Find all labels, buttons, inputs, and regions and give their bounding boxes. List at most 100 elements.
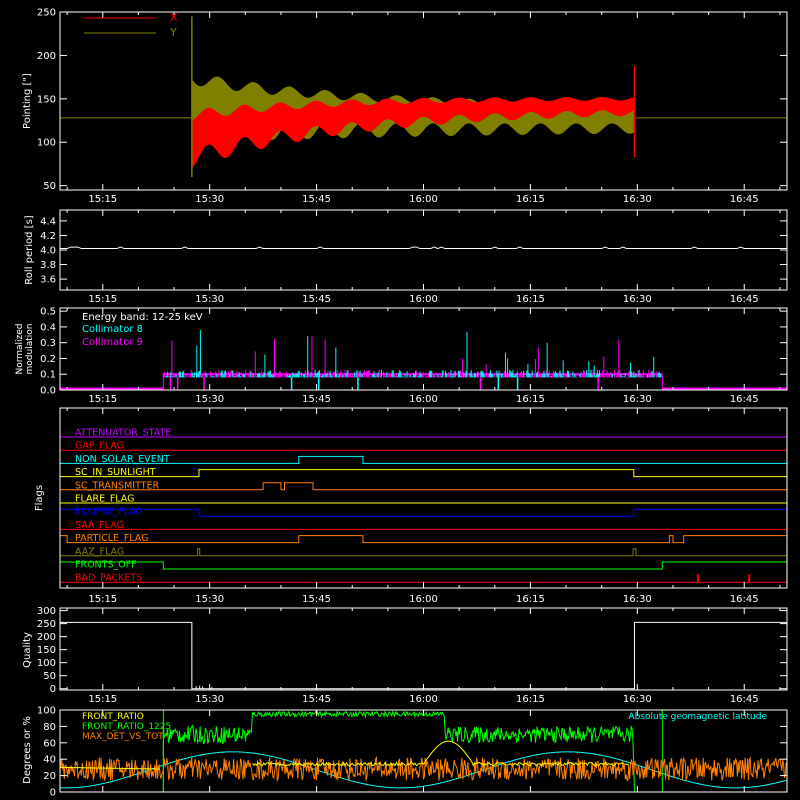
xtick-label: 15:45 [302, 594, 331, 605]
xtick-label: 16:30 [623, 594, 652, 605]
ytick-label: 150 [37, 645, 56, 656]
roll-yticks: 3.6 3.8 4.0 4.2 4.4 [40, 216, 787, 286]
max-det-vs-tot-line [59, 756, 787, 782]
ytick-label: 0.3 [40, 338, 56, 349]
xtick-label: 15:30 [195, 194, 224, 205]
flag-label: ECLIPSE_FLAG [75, 507, 143, 518]
xtick-label: 16:15 [516, 394, 545, 405]
xtick-label: 16:00 [409, 194, 438, 205]
quality-axes-frame [59, 607, 788, 691]
ratios-ylabel: Degrees or % [22, 716, 33, 784]
ytick-label: 0.1 [40, 370, 56, 381]
ytick-label: 50 [43, 181, 56, 192]
xtick-label: 15:15 [88, 194, 117, 205]
ytick-label: 250 [37, 8, 56, 19]
modulation-legend-title: Energy band: 12-25 keV [82, 312, 203, 323]
legend-y-label: Y [169, 26, 177, 39]
flag-line [60, 548, 787, 557]
roll-panel: 3.6 3.8 4.0 4.2 4.4 15:15 15:30 15:45 16:00 16:1… [24, 209, 788, 305]
ytick-label: 80 [43, 722, 56, 733]
xtick-label: 16:45 [730, 394, 759, 405]
ytick-label: 4.2 [40, 231, 56, 242]
ytick-label: 40 [43, 755, 56, 766]
xtick-label: 15:45 [302, 194, 331, 205]
modulation-legend-c8: Collimator 8 [82, 324, 143, 335]
ytick-label: 60 [43, 738, 56, 749]
roll-period-line [60, 246, 787, 250]
xtick-label: 16:30 [623, 694, 652, 705]
flag-label: FRONTS_OFF [75, 560, 137, 571]
pointing-yticks: 50 100 150 200 250 [37, 8, 787, 192]
flags-xticks: 15:15 15:30 15:45 16:00 16:15 16:30 16:45 [66, 408, 781, 605]
pointing-data [60, 16, 787, 177]
xtick-label: 16:45 [730, 194, 759, 205]
flags-panel: ATTENUATOR_STATEGAP_FLAGNON_SOLAR_EVENTS… [34, 407, 788, 605]
xtick-label: 16:30 [623, 294, 652, 305]
flag-line [60, 469, 787, 478]
ytick-label: 0.5 [40, 307, 56, 318]
ytick-label: 0 [50, 684, 56, 695]
ytick-label: 100 [37, 658, 56, 669]
roll-xticks: 15:15 15:30 15:45 16:00 16:15 16:30 16:45 [66, 210, 781, 305]
ytick-label: 20 [43, 771, 56, 782]
roll-ylabel: Roll period [s] [24, 215, 35, 284]
ytick-label: 4.0 [40, 246, 56, 257]
xtick-label: 15:30 [195, 394, 224, 405]
pointing-ylabel: Pointing ["] [22, 73, 33, 129]
roll-data [60, 246, 787, 250]
xtick-label: 15:30 [195, 694, 224, 705]
quality-line [60, 621, 787, 690]
modulation-ylabel-line2: modulation [25, 324, 35, 375]
modulation-ylabel-line1: Normalized [15, 323, 25, 374]
flag-line [59, 535, 788, 544]
xtick-label: 16:15 [516, 594, 545, 605]
flags-data: ATTENUATOR_STATEGAP_FLAGNON_SOLAR_EVENTS… [59, 428, 788, 584]
ytick-label: 4.4 [40, 216, 56, 227]
xtick-label: 15:15 [88, 294, 117, 305]
ytick-label: 3.6 [40, 275, 56, 286]
xtick-label: 15:30 [195, 594, 224, 605]
xtick-label: 16:45 [730, 694, 759, 705]
quality-ylabel: Quality [22, 632, 33, 668]
flags-ylabel: Flags [34, 485, 45, 511]
ytick-label: 0.2 [40, 354, 56, 365]
flag-line [60, 482, 787, 491]
modulation-data [60, 330, 787, 390]
quality-data [60, 621, 787, 690]
legend-x-label: X [170, 11, 178, 24]
xtick-label: 15:15 [88, 694, 117, 705]
roll-axes-frame [59, 209, 788, 291]
xtick-label: 16:30 [623, 194, 652, 205]
xtick-label: 15:15 [88, 394, 117, 405]
xtick-label: 16:00 [409, 294, 438, 305]
quality-panel: 0 50 100 150 200 250 300 15:15 15:30 15:45 16:00 1… [22, 606, 788, 705]
flag-line [59, 561, 788, 570]
ytick-label: 300 [37, 606, 56, 617]
ratios-legend-max-det: MAX_DET_VS_TOT [82, 732, 164, 742]
ytick-label: 100 [37, 706, 56, 717]
ratios-legend-front-ratio-1225: FRONT_RATIO_1225 [82, 722, 171, 732]
quality-yticks: 0 50 100 150 200 250 300 [37, 606, 787, 695]
ytick-label: 3.8 [40, 260, 56, 271]
ytick-label: 0 [50, 788, 56, 799]
xtick-label: 16:45 [730, 594, 759, 605]
flag-line [59, 508, 788, 517]
xtick-label: 15:30 [195, 294, 224, 305]
ytick-label: 200 [37, 632, 56, 643]
modulation-legend-c9: Collimator 9 [82, 337, 143, 348]
xtick-label: 15:45 [302, 694, 331, 705]
xtick-label: 16:15 [516, 294, 545, 305]
xtick-label: 16:15 [516, 194, 545, 205]
ytick-label: 50 [43, 671, 56, 682]
ytick-label: 0.4 [40, 322, 56, 333]
stix-quicklook-figure: 50100150200250 15:15 15:30 15:45 16:00 16:15… [15, 8, 788, 799]
ratios-panel: 0 20 40 60 80 100 Degrees or % FRONT_RATIO FR… [22, 706, 788, 799]
modulation-panel: 0.0 0.1 0.2 0.3 0.4 0.5 15:15 15:30 15:45 16:00 1… [15, 307, 788, 405]
ytick-label: 150 [37, 94, 56, 105]
ratios-legend-latitude: Absolute geomagnetic latitude [628, 712, 767, 722]
xtick-label: 16:00 [409, 394, 438, 405]
ytick-label: 0.0 [40, 386, 56, 397]
xtick-label: 15:45 [302, 294, 331, 305]
xtick-label: 16:30 [623, 394, 652, 405]
pointing-panel: 50 100 150 200 250 15:15 15:30 15:45 16:00 16:15… [22, 8, 788, 205]
